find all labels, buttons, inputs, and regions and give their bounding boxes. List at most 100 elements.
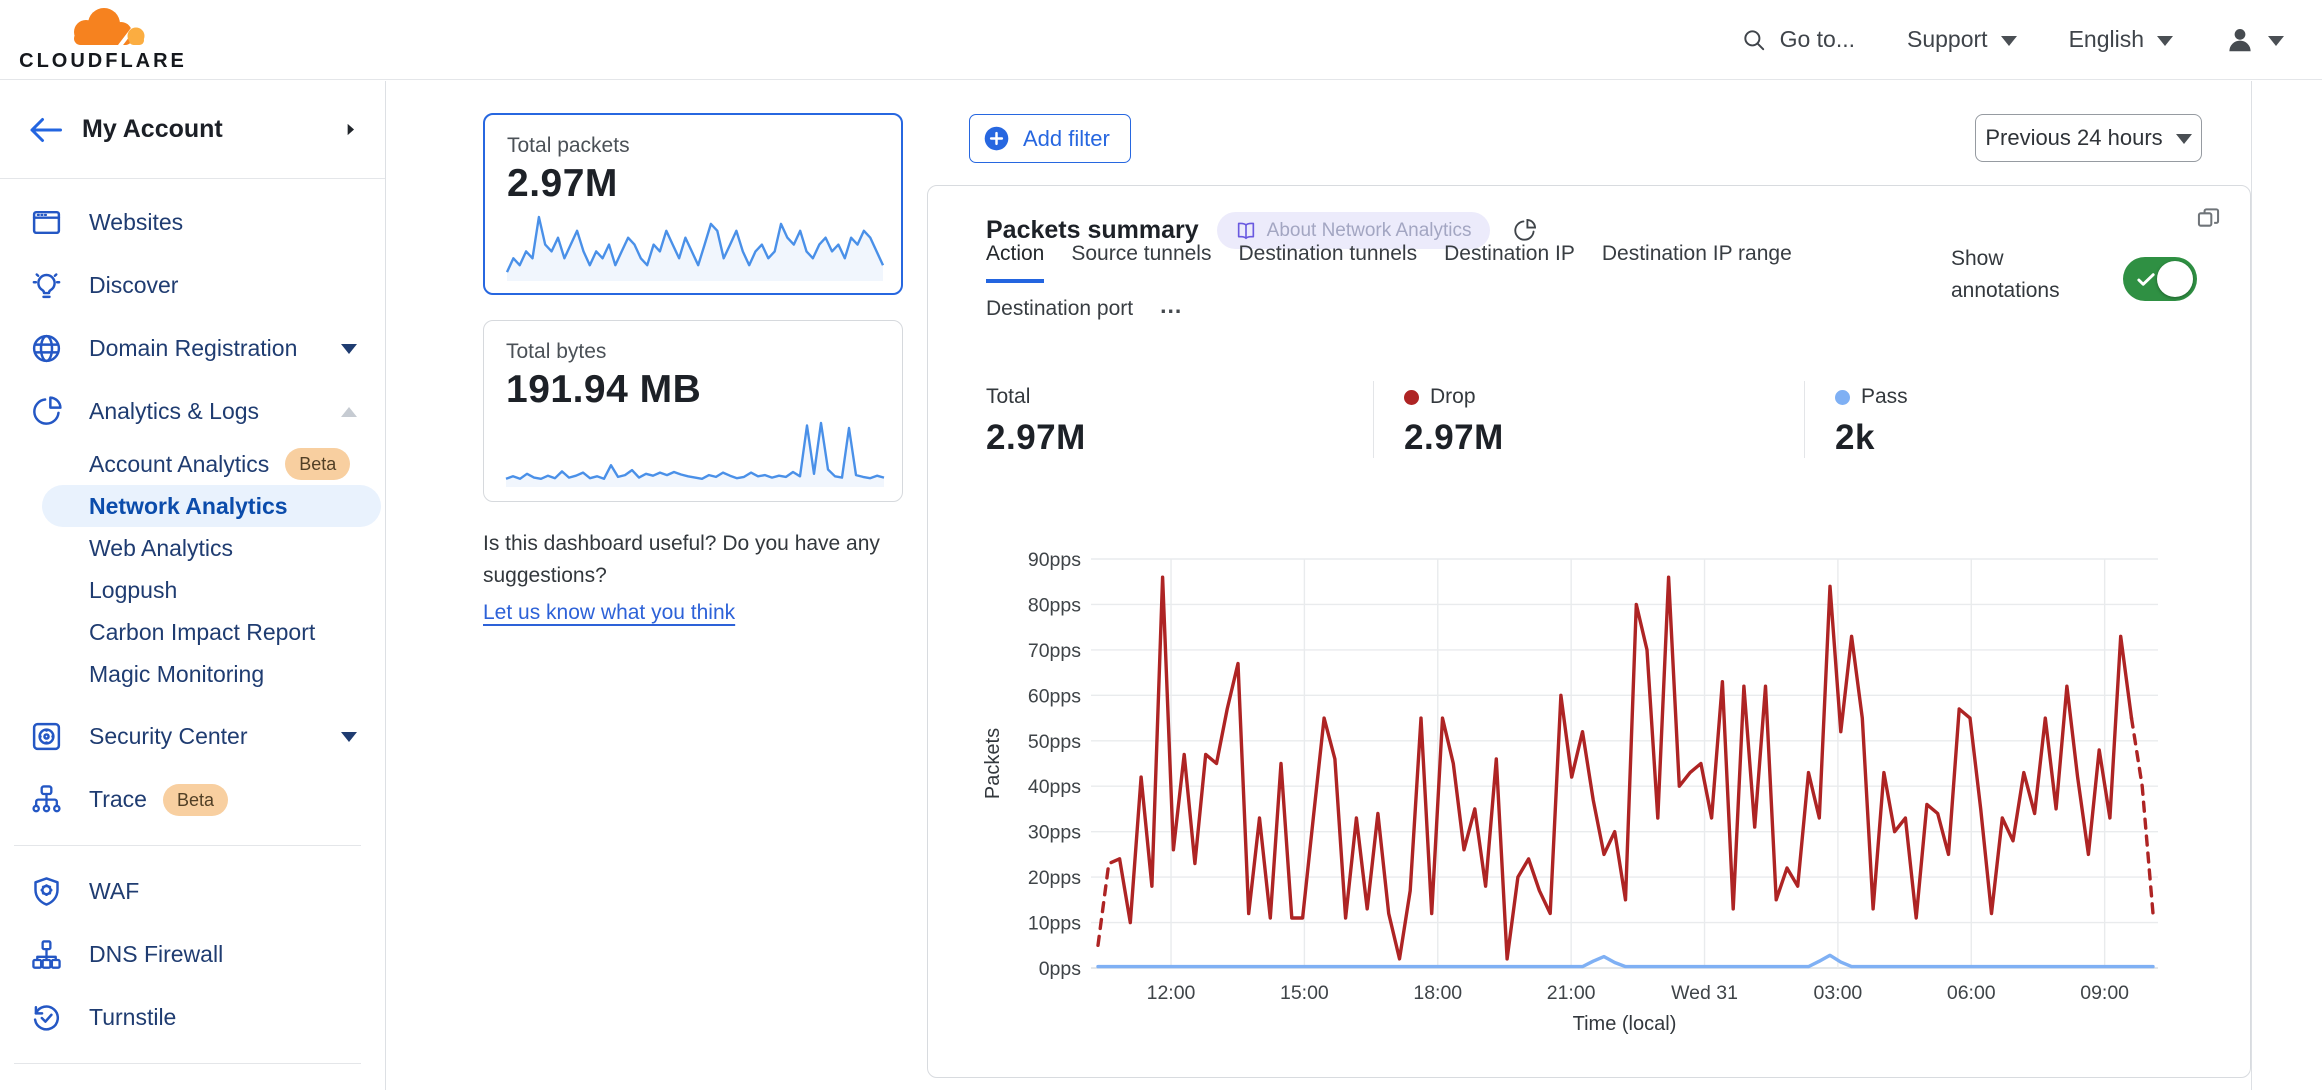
expand-panel-icon[interactable] <box>2195 206 2222 233</box>
sidebar-item-label: DNS Firewall <box>89 941 223 968</box>
top-nav-menu: Go to... Support English <box>1741 25 2284 55</box>
stat-label-text: Total <box>986 385 1030 409</box>
tab-action[interactable]: Action <box>986 242 1044 283</box>
chevron-right-icon[interactable] <box>342 121 359 138</box>
language-label: English <box>2069 26 2144 53</box>
feedback-question: Is this dashboard useful? Do you have an… <box>483 528 925 591</box>
beta-badge: Beta <box>285 448 350 480</box>
sidebar-item-analytics-logs[interactable]: Analytics & Logs <box>0 380 385 443</box>
sidebar-item-label: Analytics & Logs <box>89 398 259 425</box>
stat-drop: Drop2.97M <box>1373 381 1804 458</box>
sidebar-item-waf[interactable]: WAF <box>0 860 385 923</box>
sidebar-item-carbon-impact-report[interactable]: Carbon Impact Report <box>0 611 385 653</box>
card-label: Total bytes <box>506 340 880 364</box>
toggle-knob <box>2157 261 2193 297</box>
panel-title: Packets summary <box>986 216 1199 245</box>
tab-destination-ip-range[interactable]: Destination IP range <box>1602 242 1792 283</box>
sidebar-item-label: Carbon Impact Report <box>89 619 315 646</box>
y-tick-label: 90pps <box>1028 549 1081 571</box>
sidebar-item-websites[interactable]: Websites <box>0 191 385 254</box>
x-tick-label: 12:00 <box>1147 982 1196 1004</box>
sidebar-item-discover[interactable]: Discover <box>0 254 385 317</box>
sidebar-item-turnstile[interactable]: Turnstile <box>0 986 385 1049</box>
card-value: 191.94 MB <box>506 368 880 412</box>
caret-up-icon <box>341 407 357 417</box>
more-tabs-button[interactable]: ... <box>1160 292 1182 325</box>
feedback-block: Is this dashboard useful? Do you have an… <box>483 528 925 629</box>
refresh-check-icon <box>30 1001 63 1034</box>
stat-label-text: Pass <box>1861 385 1908 409</box>
goto-label: Go to... <box>1780 26 1855 53</box>
pie-chart-icon[interactable] <box>1512 218 1537 243</box>
stats-row: Total2.97MDrop2.97M Pass 2k <box>986 381 2224 458</box>
goto-search-button[interactable]: Go to... <box>1741 26 1855 53</box>
x-tick-label: 15:00 <box>1280 982 1329 1004</box>
sidebar-nav: Websites Discover Domain Registration Analy… <box>0 179 385 1090</box>
sidebar-item-label: Discover <box>89 272 178 299</box>
sidebar-item-label: Magic Monitoring <box>89 661 264 688</box>
sidebar-item-label: Network Analytics <box>89 493 288 520</box>
sidebar-item-label: Trace <box>89 786 147 813</box>
tab-destination-port[interactable]: Destination port <box>986 297 1133 321</box>
sidebar-item-label: Web Analytics <box>89 535 233 562</box>
sidebar-item-web-analytics[interactable]: Web Analytics <box>0 527 385 569</box>
content-right-divider <box>2251 81 2252 1090</box>
caret-down-icon <box>2268 36 2284 46</box>
sidebar-item-account-analytics[interactable]: Account AnalyticsBeta <box>0 443 385 485</box>
tab-destination-tunnels[interactable]: Destination tunnels <box>1238 242 1417 283</box>
y-tick-label: 70pps <box>1028 640 1081 662</box>
support-label: Support <box>1907 26 1988 53</box>
y-tick-label: 30pps <box>1028 822 1081 844</box>
tab-destination-ip[interactable]: Destination IP <box>1444 242 1575 283</box>
total-packets-card[interactable]: Total packets 2.97M <box>483 113 903 295</box>
support-menu[interactable]: Support <box>1907 26 2017 53</box>
time-range-label: Previous 24 hours <box>1985 125 2162 151</box>
caret-down-icon <box>2001 36 2017 46</box>
stat-label-text: Drop <box>1430 385 1476 409</box>
y-tick-label: 60pps <box>1028 685 1081 707</box>
book-icon <box>1235 220 1257 242</box>
x-tick-label: 03:00 <box>1813 982 1862 1004</box>
stat-value: 2k <box>1835 418 2224 458</box>
card-label: Total packets <box>507 134 879 158</box>
sidebar-item-partial[interactable] <box>0 1078 385 1090</box>
sidebar-item-domain-registration[interactable]: Domain Registration <box>0 317 385 380</box>
card-value: 2.97M <box>507 162 879 206</box>
sidebar-item-logpush[interactable]: Logpush <box>0 569 385 611</box>
caret-down-icon <box>341 344 357 354</box>
sidebar-item-label: Logpush <box>89 577 177 604</box>
caret-down-icon <box>2157 36 2173 46</box>
browser-icon <box>30 206 63 239</box>
sidebar-item-network-analytics[interactable]: Network Analytics <box>42 485 381 527</box>
x-tick-label: 09:00 <box>2080 982 2129 1004</box>
stat-total: Total2.97M <box>986 381 1373 458</box>
add-filter-button[interactable]: Add filter <box>969 114 1131 163</box>
language-menu[interactable]: English <box>2069 26 2173 53</box>
feedback-link[interactable]: Let us know what you think <box>483 597 735 629</box>
analytics-icon <box>30 395 63 428</box>
back-arrow-icon[interactable] <box>26 112 62 148</box>
total-bytes-sparkline <box>504 418 886 488</box>
total-bytes-card[interactable]: Total bytes 191.94 MB <box>483 320 903 502</box>
add-filter-label: Add filter <box>1023 126 1110 152</box>
caret-down-icon <box>2176 134 2192 144</box>
stat-label: Pass <box>1835 385 2224 409</box>
tab-source-tunnels[interactable]: Source tunnels <box>1071 242 1211 283</box>
sidebar-item-security-center[interactable]: Security Center <box>0 705 385 768</box>
time-range-dropdown[interactable]: Previous 24 hours <box>1975 114 2202 162</box>
show-annotations-toggle[interactable] <box>2123 257 2197 301</box>
brand-name: CLOUDFLARE <box>19 50 187 73</box>
y-tick-label: 0pps <box>1039 958 1082 980</box>
account-menu[interactable] <box>2225 25 2284 55</box>
drop-series-line <box>1120 577 2132 959</box>
hierarchy-icon <box>30 938 63 971</box>
sidebar-item-trace[interactable]: TraceBeta <box>0 768 385 831</box>
sidebar-item-label: Domain Registration <box>89 335 297 362</box>
x-axis-label: Time (local) <box>1573 1013 1677 1035</box>
y-tick-label: 50pps <box>1028 731 1081 753</box>
sidebar-item-dns-firewall[interactable]: DNS Firewall <box>0 923 385 986</box>
globe-icon <box>30 332 63 365</box>
cloudflare-logo[interactable]: CLOUDFLARE <box>22 7 184 73</box>
sidebar-item-magic-monitoring[interactable]: Magic Monitoring <box>0 653 385 695</box>
show-annotations-label: Show annotations <box>1951 243 2073 306</box>
